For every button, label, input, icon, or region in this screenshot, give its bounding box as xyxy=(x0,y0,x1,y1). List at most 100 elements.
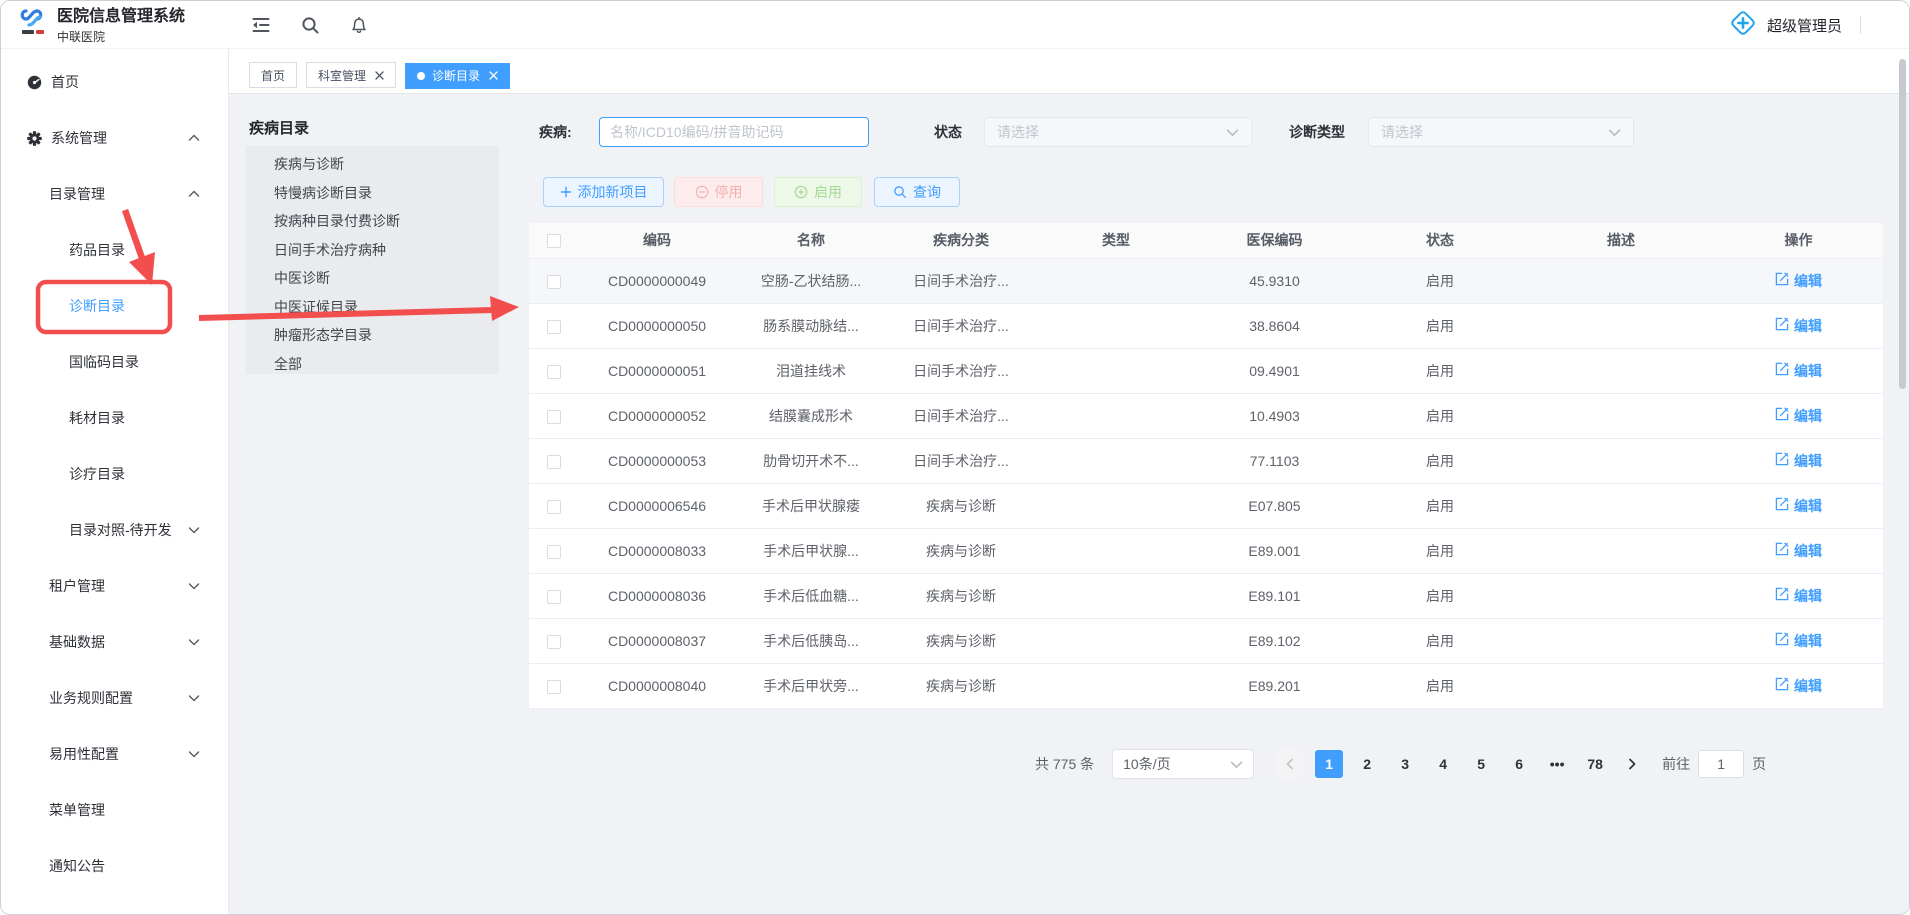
cell-name: 手术后甲状腺... xyxy=(735,528,887,573)
edit-button[interactable]: 编辑 xyxy=(1775,316,1822,336)
sidebar-item-drug-catalog[interactable]: 药品目录 xyxy=(1,222,228,278)
page-number-6[interactable]: 6 xyxy=(1505,750,1533,778)
row-checkbox-cell xyxy=(529,528,579,573)
active-tab-dot xyxy=(417,72,425,80)
edit-icon xyxy=(1775,587,1789,604)
row-checkbox[interactable] xyxy=(547,455,561,469)
cell-insurance-code: 09.4901 xyxy=(1197,348,1352,393)
table-row: CD0000008040手术后甲状旁...疾病与诊断E89.201启用编辑 xyxy=(529,663,1883,708)
page-number-78[interactable]: 78 xyxy=(1581,750,1609,778)
row-checkbox[interactable] xyxy=(547,320,561,334)
edit-button[interactable]: 编辑 xyxy=(1775,406,1822,426)
cell-code: CD0000008033 xyxy=(579,528,735,573)
diagnosis-type-select[interactable]: 请选择 xyxy=(1368,117,1634,147)
sidebar-item-treatment-catalog[interactable]: 诊疗目录 xyxy=(1,446,228,502)
cell-insurance-code: 77.1103 xyxy=(1197,438,1352,483)
row-checkbox[interactable] xyxy=(547,275,561,289)
edit-icon xyxy=(1775,677,1789,694)
sidebar-item-home[interactable]: 首页 xyxy=(1,54,228,110)
disease-search-input[interactable] xyxy=(599,117,869,147)
user-menu[interactable]: 超级管理员 xyxy=(1729,1,1861,49)
cell-type xyxy=(1035,303,1197,348)
page-number-1[interactable]: 1 xyxy=(1315,750,1343,778)
divider xyxy=(1860,16,1861,34)
sidebar-item-catalog-compare[interactable]: 目录对照-待开发 xyxy=(1,502,228,558)
sidebar-item-label: 药品目录 xyxy=(69,240,125,260)
close-icon[interactable] xyxy=(489,71,498,80)
sidebar-item-guolin-catalog[interactable]: 国临码目录 xyxy=(1,334,228,390)
page-number-2[interactable]: 2 xyxy=(1353,750,1381,778)
sidebar-item-diagnosis-catalog[interactable]: 诊断目录 xyxy=(1,278,228,334)
edit-button[interactable]: 编辑 xyxy=(1775,361,1822,381)
logo-wordmark xyxy=(22,30,44,34)
search-icon[interactable] xyxy=(301,16,320,35)
sidebar-item-catalog-mgmt[interactable]: 目录管理 xyxy=(1,166,228,222)
app-subtitle: 中联医院 xyxy=(57,28,185,45)
catalog-filter-item-5[interactable]: 中医证候目录 xyxy=(274,293,499,322)
column-header: 状态 xyxy=(1352,223,1528,258)
edit-button[interactable]: 编辑 xyxy=(1775,586,1822,606)
edit-button[interactable]: 编辑 xyxy=(1775,451,1822,471)
catalog-filter-item-1[interactable]: 特慢病诊断目录 xyxy=(274,179,499,208)
close-icon[interactable] xyxy=(375,71,384,80)
edit-button[interactable]: 编辑 xyxy=(1775,541,1822,561)
row-checkbox-cell xyxy=(529,393,579,438)
cell-status: 启用 xyxy=(1352,663,1528,708)
tab-home[interactable]: 首页 xyxy=(249,62,297,88)
catalog-filter-item-4[interactable]: 中医诊断 xyxy=(274,264,499,293)
sidebar-item-tenant-mgmt[interactable]: 租户管理 xyxy=(1,558,228,614)
edit-button[interactable]: 编辑 xyxy=(1775,676,1822,696)
catalog-filter-item-2[interactable]: 按病种目录付费诊断 xyxy=(274,207,499,236)
cell-category: 日间手术治疗... xyxy=(887,438,1035,483)
edit-button[interactable]: 编辑 xyxy=(1775,496,1822,516)
row-checkbox[interactable] xyxy=(547,590,561,604)
next-page-button[interactable] xyxy=(1618,750,1646,778)
page-size-select[interactable]: 10条/页 xyxy=(1112,749,1254,779)
collapse-sidebar-icon[interactable] xyxy=(251,16,271,34)
scrollbar-thumb[interactable] xyxy=(1899,59,1906,389)
row-checkbox[interactable] xyxy=(547,635,561,649)
tab-label: 科室管理 xyxy=(318,67,366,84)
page-ellipsis[interactable]: ••• xyxy=(1543,750,1571,778)
notification-bell-icon[interactable] xyxy=(350,16,368,35)
sidebar-item-consumable-catalog[interactable]: 耗材目录 xyxy=(1,390,228,446)
sidebar-item-label: 菜单管理 xyxy=(49,800,105,820)
prev-page-button[interactable] xyxy=(1276,750,1304,778)
sidebar-item-menu-mgmt[interactable]: 菜单管理 xyxy=(1,782,228,838)
edit-button[interactable]: 编辑 xyxy=(1775,631,1822,651)
goto-page-input[interactable] xyxy=(1698,750,1744,778)
row-checkbox[interactable] xyxy=(547,500,561,514)
cell-insurance-code: E89.101 xyxy=(1197,573,1352,618)
sidebar-item-usability-config[interactable]: 易用性配置 xyxy=(1,726,228,782)
column-header: 疾病分类 xyxy=(887,223,1035,258)
disable-button[interactable]: 停用 xyxy=(674,177,763,207)
sidebar-item-system-mgmt[interactable]: 系统管理 xyxy=(1,110,228,166)
cell-description xyxy=(1528,483,1714,528)
sidebar-item-label: 首页 xyxy=(51,72,79,92)
page-number-3[interactable]: 3 xyxy=(1391,750,1419,778)
sidebar-item-base-data[interactable]: 基础数据 xyxy=(1,614,228,670)
status-select[interactable]: 请选择 xyxy=(984,117,1252,147)
catalog-filter-item-6[interactable]: 肿瘤形态学目录 xyxy=(274,321,499,350)
catalog-filter-item-3[interactable]: 日间手术治疗病种 xyxy=(274,236,499,265)
row-checkbox[interactable] xyxy=(547,680,561,694)
tab-diagnosis-catalog[interactable]: 诊断目录 xyxy=(405,63,510,89)
edit-button[interactable]: 编辑 xyxy=(1775,271,1822,291)
query-button[interactable]: 查询 xyxy=(874,177,960,207)
catalog-filter-item-0[interactable]: 疾病与诊断 xyxy=(274,150,499,179)
enable-button[interactable]: 启用 xyxy=(774,177,862,207)
sidebar-item-business-rules[interactable]: 业务规则配置 xyxy=(1,670,228,726)
add-item-button[interactable]: 添加新项目 xyxy=(543,177,664,207)
row-checkbox[interactable] xyxy=(547,545,561,559)
row-checkbox[interactable] xyxy=(547,365,561,379)
cell-actions: 编辑 xyxy=(1714,663,1883,708)
sidebar-item-label: 业务规则配置 xyxy=(49,688,133,708)
tab-dept-mgmt[interactable]: 科室管理 xyxy=(306,62,396,88)
page-number-4[interactable]: 4 xyxy=(1429,750,1457,778)
row-checkbox[interactable] xyxy=(547,410,561,424)
select-all-checkbox[interactable] xyxy=(547,234,561,248)
app-window: 医院信息管理系统 中联医院 xyxy=(0,0,1910,915)
catalog-filter-item-7[interactable]: 全部 xyxy=(274,350,499,379)
sidebar-item-notice[interactable]: 通知公告 xyxy=(1,838,228,894)
page-number-5[interactable]: 5 xyxy=(1467,750,1495,778)
